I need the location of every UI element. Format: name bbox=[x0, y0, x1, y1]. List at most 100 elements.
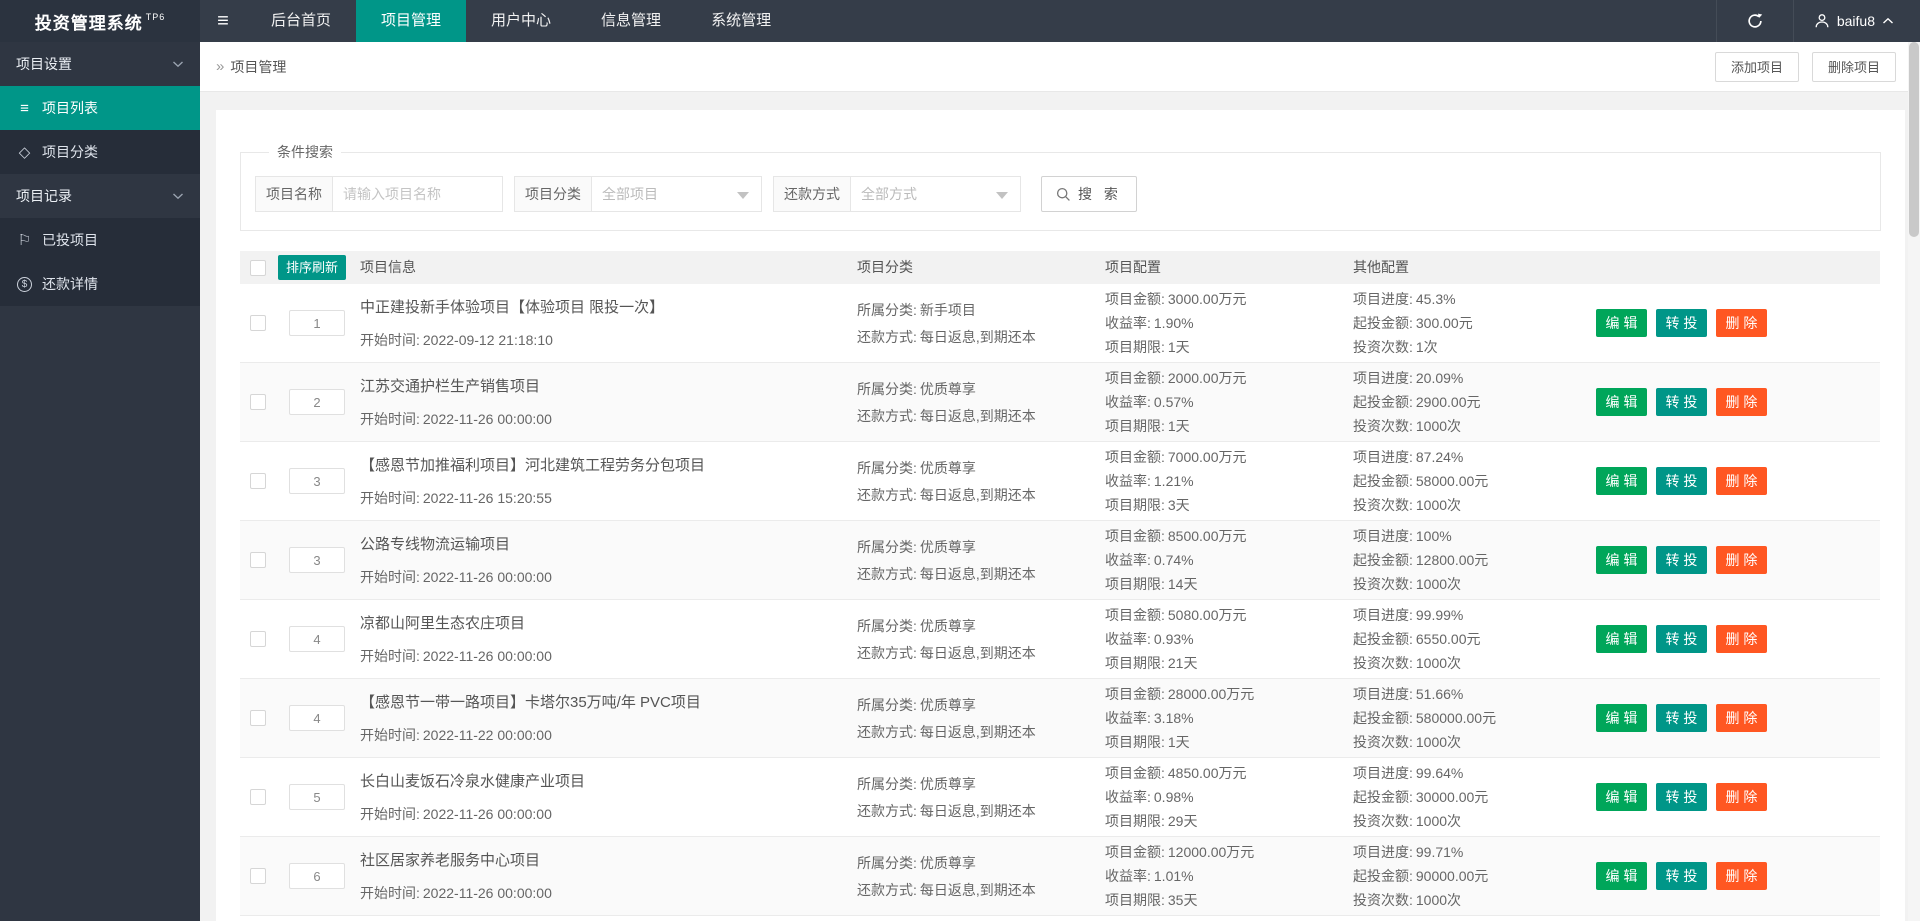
sort-order-input[interactable] bbox=[289, 626, 345, 652]
sort-order-input[interactable] bbox=[289, 705, 345, 731]
content-card: 条件搜索 项目名称 项目分类 全部项目 还款方式 全部方式 bbox=[216, 110, 1905, 921]
delete-button[interactable]: 删 除 bbox=[1716, 862, 1767, 890]
project-title: 凉都山阿里生态农庄项目 bbox=[360, 615, 526, 632]
row-checkbox[interactable] bbox=[250, 631, 266, 647]
sidebar-item-project-category[interactable]: ◇ 项目分类 bbox=[0, 130, 200, 174]
transfer-button[interactable]: 转 投 bbox=[1656, 309, 1707, 337]
delete-button[interactable]: 删 除 bbox=[1716, 704, 1767, 732]
other-config-cell: 项目进度: 51.66% 起投金额: 580000.00元 投资次数: 1000次 bbox=[1353, 679, 1588, 757]
project-progress: 项目进度: 99.99% bbox=[1353, 603, 1588, 627]
term-value: 35天 bbox=[1167, 892, 1198, 908]
invest-count: 投资次数: 1次 bbox=[1353, 335, 1588, 359]
nav-item-dashboard[interactable]: 后台首页 bbox=[246, 0, 356, 42]
rate-value: 3.18% bbox=[1153, 710, 1194, 726]
sidebar-item-invested-projects[interactable]: ⚐ 已投项目 bbox=[0, 218, 200, 262]
project-name-input[interactable] bbox=[343, 186, 492, 202]
category-label: 所属分类: bbox=[857, 696, 917, 713]
rate-label: 收益率: bbox=[1105, 394, 1151, 410]
delete-project-button[interactable]: 删除项目 bbox=[1811, 51, 1896, 82]
row-checkbox[interactable] bbox=[250, 868, 266, 884]
delete-button[interactable]: 删 除 bbox=[1716, 625, 1767, 653]
min-invest-label: 起投金额: bbox=[1353, 394, 1413, 410]
project-amount: 项目金额: 4850.00万元 bbox=[1105, 761, 1340, 785]
edit-button[interactable]: 编 辑 bbox=[1596, 388, 1647, 416]
transfer-button[interactable]: 转 投 bbox=[1656, 467, 1707, 495]
min-invest: 起投金额: 2900.00元 bbox=[1353, 390, 1588, 414]
flag-icon: ⚐ bbox=[17, 232, 32, 249]
table-header: 排序刷新 项目信息 项目分类 项目配置 其他配置 bbox=[240, 251, 1880, 284]
nav-item-system[interactable]: 系统管理 bbox=[686, 0, 796, 42]
row-checkbox[interactable] bbox=[250, 552, 266, 568]
delete-button[interactable]: 删 除 bbox=[1716, 467, 1767, 495]
row-checkbox[interactable] bbox=[250, 315, 266, 331]
nav-item-users[interactable]: 用户中心 bbox=[466, 0, 576, 42]
nav-item-projects[interactable]: 项目管理 bbox=[356, 0, 467, 42]
project-category: 所属分类: 新手项目 bbox=[857, 300, 1092, 320]
sidebar-item-project-list[interactable]: ≡ 项目列表 bbox=[0, 86, 200, 130]
progress-value: 45.3% bbox=[1415, 291, 1456, 307]
edit-button[interactable]: 编 辑 bbox=[1596, 546, 1647, 574]
sidebar-item-repayment-details[interactable]: $ 还款详情 bbox=[0, 262, 200, 306]
user-menu[interactable]: baifu8 bbox=[1794, 0, 1920, 42]
repay-label: 还款方式: bbox=[857, 644, 917, 661]
progress-value: 87.24% bbox=[1415, 449, 1464, 465]
edit-button[interactable]: 编 辑 bbox=[1596, 467, 1647, 495]
project-rate: 收益率: 3.18% bbox=[1105, 706, 1340, 730]
sort-refresh-button[interactable]: 排序刷新 bbox=[278, 255, 347, 280]
refresh-button[interactable] bbox=[1715, 0, 1794, 42]
add-project-button[interactable]: 添加项目 bbox=[1714, 51, 1799, 82]
project-category-select[interactable]: 全部项目 bbox=[591, 176, 762, 212]
table-row: 【感恩节一带一路项目】卡塔尔35万吨/年 PVC项目 开始时间:2022-11-… bbox=[240, 679, 1880, 758]
search-button[interactable]: 搜 索 bbox=[1041, 176, 1137, 212]
delete-button[interactable]: 删 除 bbox=[1716, 309, 1767, 337]
edit-button[interactable]: 编 辑 bbox=[1596, 309, 1647, 337]
repay-label: 还款方式: bbox=[857, 407, 917, 424]
category-value: 优质尊享 bbox=[919, 380, 976, 397]
edit-button[interactable]: 编 辑 bbox=[1596, 625, 1647, 653]
delete-button[interactable]: 删 除 bbox=[1716, 783, 1767, 811]
min-invest-value: 58000.00元 bbox=[1415, 473, 1489, 489]
row-checkbox[interactable] bbox=[250, 789, 266, 805]
sort-order-input[interactable] bbox=[289, 863, 345, 889]
delete-button[interactable]: 删 除 bbox=[1716, 388, 1767, 416]
select-all-checkbox[interactable] bbox=[250, 259, 266, 276]
min-invest-label: 起投金额: bbox=[1353, 868, 1413, 884]
sort-order-input[interactable] bbox=[289, 547, 345, 573]
project-category-cell: 所属分类: 优质尊享 还款方式: 每日返息,到期还本 bbox=[857, 837, 1092, 915]
amount-value: 8500.00万元 bbox=[1167, 528, 1247, 544]
row-checkbox[interactable] bbox=[250, 710, 266, 726]
sort-order-input[interactable] bbox=[289, 784, 345, 810]
row-checkbox[interactable] bbox=[250, 394, 266, 410]
edit-button[interactable]: 编 辑 bbox=[1596, 862, 1647, 890]
menu-toggle-button[interactable]: ≡ bbox=[200, 0, 246, 42]
delete-button[interactable]: 删 除 bbox=[1716, 546, 1767, 574]
sidebar-group-project-records[interactable]: 项目记录 bbox=[0, 174, 200, 218]
scrollbar-thumb[interactable] bbox=[1909, 42, 1919, 237]
transfer-button[interactable]: 转 投 bbox=[1656, 704, 1707, 732]
username: baifu8 bbox=[1836, 13, 1875, 29]
transfer-button[interactable]: 转 投 bbox=[1656, 862, 1707, 890]
edit-button[interactable]: 编 辑 bbox=[1596, 783, 1647, 811]
transfer-button[interactable]: 转 投 bbox=[1656, 783, 1707, 811]
nav-item-info[interactable]: 信息管理 bbox=[576, 0, 686, 42]
row-checkbox[interactable] bbox=[250, 473, 266, 489]
other-config-cell: 项目进度: 99.99% 起投金额: 6550.00元 投资次数: 1000次 bbox=[1353, 600, 1588, 678]
rate-value: 1.90% bbox=[1153, 315, 1194, 331]
min-invest-value: 6550.00元 bbox=[1415, 631, 1481, 647]
project-rate: 收益率: 0.98% bbox=[1105, 785, 1340, 809]
edit-button[interactable]: 编 辑 bbox=[1596, 704, 1647, 732]
list-icon: ≡ bbox=[20, 99, 29, 117]
project-start-time: 开始时间: 2022-11-26 00:00:00 bbox=[360, 567, 840, 587]
sort-order-input[interactable] bbox=[289, 310, 345, 336]
sort-order-input[interactable] bbox=[289, 468, 345, 494]
repay-method-select[interactable]: 全部方式 bbox=[850, 176, 1021, 212]
transfer-button[interactable]: 转 投 bbox=[1656, 388, 1707, 416]
transfer-button[interactable]: 转 投 bbox=[1656, 546, 1707, 574]
amount-label: 项目金额: bbox=[1105, 449, 1165, 465]
app-title: 投资管理系统 bbox=[34, 13, 143, 33]
transfer-button[interactable]: 转 投 bbox=[1656, 625, 1707, 653]
rate-value: 0.74% bbox=[1153, 552, 1194, 568]
sidebar-group-project-settings[interactable]: 项目设置 bbox=[0, 42, 200, 86]
sort-order-input[interactable] bbox=[289, 389, 345, 415]
project-start-time: 开始时间: 2022-11-22 00:00:00 bbox=[360, 725, 840, 745]
